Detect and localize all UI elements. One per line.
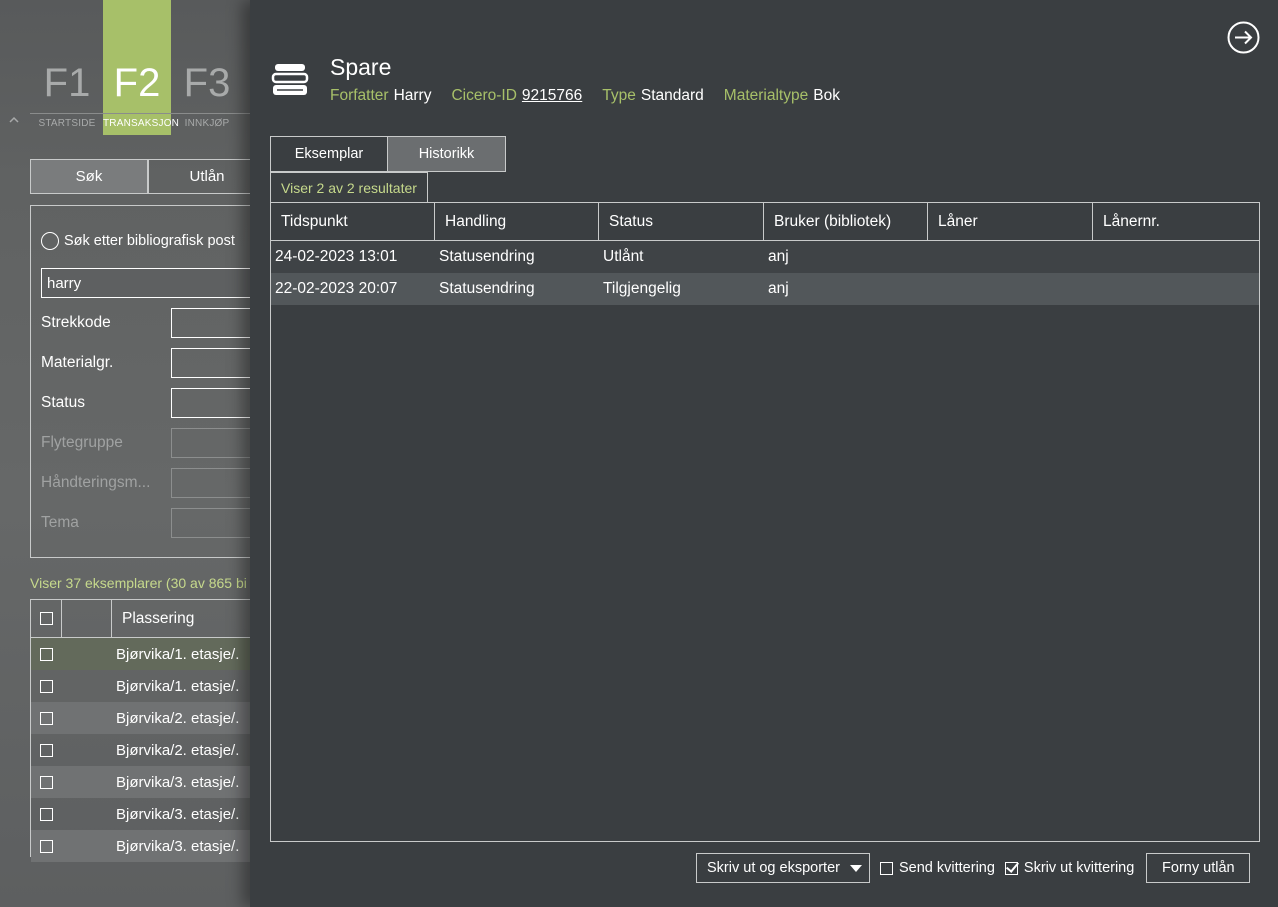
row-checkbox[interactable] <box>40 679 53 693</box>
row-location: Bjørvika/1. etasje/. <box>116 677 240 695</box>
column-tidspunkt[interactable]: Tidspunkt <box>271 203 435 240</box>
close-panel-arrow-icon[interactable] <box>1227 21 1260 54</box>
table-row[interactable]: 22-02-2023 20:07 Statusendring Tilgjenge… <box>271 273 1259 305</box>
tab-sok[interactable]: Søk <box>30 159 148 194</box>
book-stack-icon <box>271 64 309 95</box>
column-lanernr[interactable]: Lånernr. <box>1093 203 1257 240</box>
action-bar: Skriv ut og eksporter Send kvittering Sk… <box>696 853 1251 883</box>
list-item[interactable]: Bjørvika/1. etasje/. <box>31 670 250 702</box>
select-all-checkbox[interactable] <box>39 612 53 625</box>
left-tab-bar: Søk Utlån <box>30 159 250 194</box>
row-checkbox[interactable] <box>40 807 53 821</box>
print-receipt-checkbox[interactable] <box>1004 861 1018 875</box>
background-app: F1 STARTSIDE F2 TRANSAKSJON F3 INNKJØP S… <box>0 0 250 907</box>
fkey-transaksjon[interactable]: F2 TRANSAKSJON <box>103 0 179 135</box>
tab-historikk[interactable]: Historikk <box>388 136 506 172</box>
materialtype-value: Bok <box>813 87 840 104</box>
history-table-header: Tidspunkt Handling Status Bruker (biblio… <box>271 203 1259 241</box>
print-receipt-option[interactable]: Skriv ut kvittering <box>1004 860 1134 876</box>
chevron-up-icon[interactable] <box>9 115 19 125</box>
filter-materialgr[interactable]: Materialgr. <box>41 348 250 378</box>
row-location: Bjørvika/3. etasje/. <box>116 837 240 855</box>
record-title: Spare <box>330 54 392 80</box>
type-key: Type <box>602 87 636 104</box>
type-value: Standard <box>640 87 704 104</box>
fkey-divider <box>30 113 250 114</box>
list-item[interactable]: Bjørvika/1. etasje/. <box>31 638 250 670</box>
column-bruker[interactable]: Bruker (bibliotek) <box>764 203 928 240</box>
filter-status[interactable]: Status <box>41 388 250 418</box>
column-handling[interactable]: Handling <box>435 203 599 240</box>
result-count-label: Viser 2 av 2 resultater <box>270 172 428 202</box>
column-laner[interactable]: Låner <box>928 203 1093 240</box>
search-mode-option[interactable]: Søk etter bibliografisk post <box>41 232 235 250</box>
search-query-input[interactable]: harry <box>41 268 250 298</box>
tab-utlan[interactable]: Utlån <box>148 159 250 194</box>
row-location: Bjørvika/2. etasje/. <box>116 709 240 727</box>
column-plassering[interactable]: Plassering <box>112 600 194 637</box>
materialgr-field[interactable] <box>171 348 250 378</box>
row-checkbox[interactable] <box>40 711 53 725</box>
status-field[interactable] <box>171 388 250 418</box>
detail-tab-bar: Eksemplar Historikk <box>270 136 506 172</box>
cicero-id-link[interactable]: 9215766 <box>522 87 582 105</box>
row-location: Bjørvika/2. etasje/. <box>116 741 240 759</box>
send-receipt-checkbox[interactable] <box>880 861 893 875</box>
row-checkbox[interactable] <box>40 743 53 757</box>
row-checkbox[interactable] <box>40 647 53 661</box>
filter-tema: Tema <box>41 508 250 538</box>
record-metadata: Forfatter Harry Cicero-ID 9215766 Type S… <box>330 87 860 105</box>
search-form: Søk etter bibliografisk post harry Strek… <box>30 205 250 558</box>
row-location: Bjørvika/1. etasje/. <box>116 645 240 663</box>
filter-flytegruppe: Flytegruppe <box>41 428 250 458</box>
history-table: Tidspunkt Handling Status Bruker (biblio… <box>270 202 1260 842</box>
fkey-innkjop[interactable]: F3 INNKJØP <box>173 0 241 135</box>
handteringsmate-field <box>171 468 250 498</box>
copies-rows: Bjørvika/1. etasje/. Bjørvika/1. etasje/.… <box>31 638 250 862</box>
column-status[interactable]: Status <box>599 203 764 240</box>
materialtype-key: Materialtype <box>723 87 809 104</box>
list-item[interactable]: Bjørvika/2. etasje/. <box>31 734 250 766</box>
list-item[interactable]: Bjørvika/3. etasje/. <box>31 798 250 830</box>
radio-button[interactable] <box>41 232 59 250</box>
renew-loan-button[interactable]: Forny utlån <box>1146 853 1251 883</box>
list-item[interactable]: Bjørvika/3. etasje/. <box>31 766 250 798</box>
row-location: Bjørvika/3. etasje/. <box>116 805 240 823</box>
tab-eksemplar[interactable]: Eksemplar <box>270 136 388 172</box>
search-mode-label: Søk etter bibliografisk post <box>64 233 235 249</box>
table-header: Plassering <box>31 600 250 638</box>
fkey-startside[interactable]: F1 STARTSIDE <box>33 0 101 135</box>
send-receipt-option[interactable]: Send kvittering <box>880 860 995 876</box>
row-location: Bjørvika/3. etasje/. <box>116 773 240 791</box>
copies-table: Plassering Bjørvika/1. etasje/. Bjørvika/… <box>30 599 250 862</box>
list-item[interactable]: Bjørvika/2. etasje/. <box>31 702 250 734</box>
print-export-dropdown[interactable]: Skriv ut og eksporter <box>696 853 870 883</box>
row-checkbox[interactable] <box>40 839 53 853</box>
author-key: Forfatter <box>330 87 389 104</box>
row-checkbox[interactable] <box>40 775 53 789</box>
list-item[interactable]: Bjørvika/3. etasje/. <box>31 830 250 862</box>
detail-panel: Spare Forfatter Harry Cicero-ID 9215766 … <box>250 0 1278 907</box>
strekkode-field[interactable] <box>171 308 250 338</box>
filter-handteringsmate: Håndteringsm... <box>41 468 250 498</box>
author-value: Harry <box>393 87 432 104</box>
tema-field <box>171 508 250 538</box>
filter-strekkode[interactable]: Strekkode <box>41 308 250 338</box>
caret-down-icon <box>849 864 862 872</box>
cicero-id-key: Cicero-ID <box>451 87 517 104</box>
table-row[interactable]: 24-02-2023 13:01 Statusendring Utlånt an… <box>271 241 1259 273</box>
left-result-summary: Viser 37 eksemplarer (30 av 865 bi <box>30 575 247 591</box>
flytegruppe-field <box>171 428 250 458</box>
